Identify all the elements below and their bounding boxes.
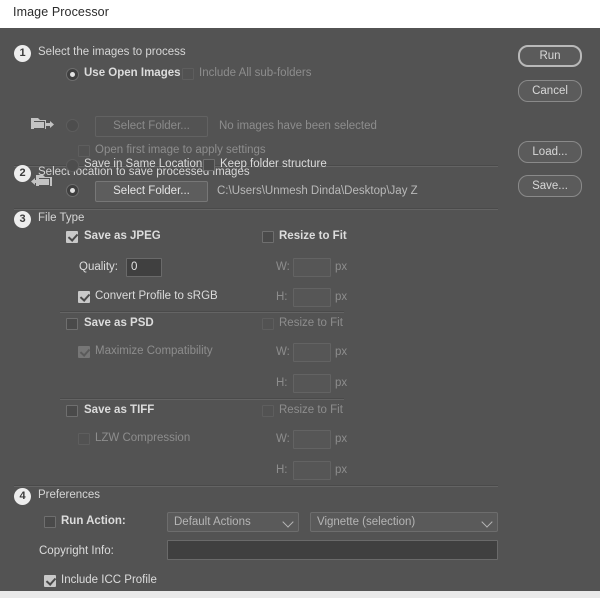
label-jpeg-height-unit: px	[335, 291, 348, 303]
folder-images-icon	[31, 118, 54, 129]
radio-select-folder-dest[interactable]	[66, 184, 79, 197]
checkbox-jpeg-resize-to-fit[interactable]	[262, 231, 274, 243]
action-name-value: Vignette (selection)	[317, 516, 416, 528]
checkbox-save-as-psd[interactable]	[66, 318, 78, 330]
jpeg-height-input[interactable]	[293, 288, 331, 307]
source-status-text: No images have been selected	[219, 120, 377, 132]
label-jpeg-resize-to-fit: Resize to Fit	[279, 230, 347, 242]
label-tiff-height-unit: px	[335, 464, 348, 476]
label-jpeg-width-unit: px	[335, 261, 348, 273]
label-run-action: Run Action:	[61, 515, 126, 527]
step-1-badge: 1	[14, 45, 31, 62]
step-4-title: Preferences	[38, 489, 101, 501]
label-psd-height-unit: px	[335, 377, 348, 389]
step-4-badge: 4	[14, 488, 31, 505]
step-3-badge: 3	[14, 211, 31, 228]
folder-save-icon	[31, 175, 52, 186]
label-tiff-height: H:	[276, 464, 288, 476]
label-maximize-compatibility: Maximize Compatibility	[95, 345, 213, 357]
label-save-as-jpeg: Save as JPEG	[84, 230, 161, 242]
title-bar: Image Processor	[0, 0, 600, 28]
label-tiff-width: W:	[276, 433, 290, 445]
bottom-strip	[0, 591, 600, 598]
chevron-down-icon	[481, 516, 493, 528]
jpeg-width-input[interactable]	[293, 258, 331, 277]
checkbox-tiff-resize-to-fit[interactable]	[262, 405, 274, 417]
divider-jpeg-psd	[60, 311, 344, 313]
destination-path-text: C:\Users\Unmesh Dinda\Desktop\Jay Z	[217, 185, 418, 197]
label-psd-width-unit: px	[335, 346, 348, 358]
select-folder-source-button[interactable]: Select Folder...	[95, 116, 208, 137]
select-folder-dest-button[interactable]: Select Folder...	[95, 181, 208, 202]
label-psd-resize-to-fit: Resize to Fit	[279, 317, 343, 329]
action-name-select[interactable]: Vignette (selection)	[310, 512, 498, 532]
dialog-body: Run Cancel Load... Save... 1 Select the …	[0, 28, 600, 591]
checkbox-save-as-jpeg[interactable]	[66, 231, 78, 243]
label-save-as-psd: Save as PSD	[84, 317, 154, 329]
label-lzw-compression: LZW Compression	[95, 432, 191, 444]
checkbox-convert-profile-srgb[interactable]	[78, 291, 90, 303]
label-use-open-images: Use Open Images	[84, 67, 181, 79]
label-jpeg-quality: Quality:	[79, 261, 118, 273]
checkbox-keep-folder-structure[interactable]	[203, 159, 215, 171]
label-keep-folder-structure: Keep folder structure	[220, 158, 327, 170]
image-processor-dialog: Image Processor Run Cancel Load... Save.…	[0, 0, 600, 598]
run-button[interactable]: Run	[518, 45, 582, 67]
label-convert-profile-srgb: Convert Profile to sRGB	[95, 290, 218, 302]
radio-select-folder-source[interactable]	[66, 119, 79, 132]
label-include-subfolders: Include All sub-folders	[199, 67, 312, 79]
checkbox-lzw-compression[interactable]	[78, 433, 90, 445]
step-3-title: File Type	[38, 212, 85, 224]
checkbox-psd-resize-to-fit[interactable]	[262, 318, 274, 330]
label-save-same-location: Save in Same Location	[84, 158, 203, 170]
label-psd-width: W:	[276, 346, 290, 358]
divider-psd-tiff	[60, 398, 344, 400]
action-set-value: Default Actions	[174, 516, 251, 528]
checkbox-include-icc-profile[interactable]	[44, 575, 56, 587]
psd-height-input[interactable]	[293, 374, 331, 393]
step-1-title: Select the images to process	[38, 46, 186, 58]
label-psd-height: H:	[276, 377, 288, 389]
chevron-down-icon	[282, 516, 294, 528]
step-2-badge: 2	[14, 165, 31, 182]
cancel-button[interactable]: Cancel	[518, 80, 582, 102]
checkbox-maximize-compatibility[interactable]	[78, 346, 90, 358]
psd-width-input[interactable]	[293, 343, 331, 362]
divider-3	[14, 485, 498, 487]
tiff-width-input[interactable]	[293, 430, 331, 449]
label-tiff-resize-to-fit: Resize to Fit	[279, 404, 343, 416]
checkbox-open-first-image[interactable]	[78, 145, 90, 157]
label-copyright-info: Copyright Info:	[39, 545, 114, 557]
copyright-info-input[interactable]	[167, 540, 498, 560]
tiff-height-input[interactable]	[293, 461, 331, 480]
label-jpeg-width: W:	[276, 261, 290, 273]
label-jpeg-height: H:	[276, 291, 288, 303]
label-open-first-image: Open first image to apply settings	[95, 144, 266, 156]
save-button[interactable]: Save...	[518, 175, 582, 197]
radio-save-same-location[interactable]	[66, 159, 79, 172]
action-set-select[interactable]: Default Actions	[167, 512, 299, 532]
checkbox-run-action[interactable]	[44, 516, 56, 528]
label-include-icc-profile: Include ICC Profile	[61, 574, 157, 586]
radio-use-open-images[interactable]	[66, 68, 79, 81]
jpeg-quality-input[interactable]: 0	[126, 258, 162, 277]
checkbox-save-as-tiff[interactable]	[66, 405, 78, 417]
checkbox-include-subfolders[interactable]	[182, 68, 194, 80]
window-title: Image Processor	[13, 5, 109, 19]
label-save-as-tiff: Save as TIFF	[84, 404, 155, 416]
divider-2	[14, 208, 498, 210]
load-button[interactable]: Load...	[518, 141, 582, 163]
label-tiff-width-unit: px	[335, 433, 348, 445]
